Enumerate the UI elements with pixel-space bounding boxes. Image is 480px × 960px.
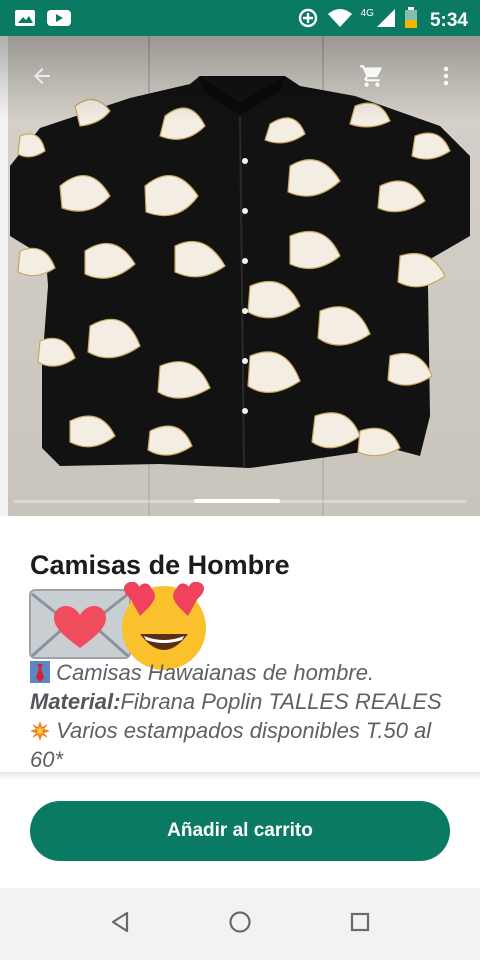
cart-icon — [359, 63, 385, 94]
back-triangle-icon — [109, 911, 131, 938]
status-bar: 4G 5:34 — [0, 0, 480, 36]
collision-emoji — [30, 718, 56, 743]
recents-square-icon — [349, 911, 371, 938]
more-options-button[interactable] — [428, 60, 464, 96]
back-button[interactable] — [24, 60, 60, 96]
more-vert-icon — [434, 64, 458, 93]
heart-eyes-emoji — [122, 582, 206, 670]
product-description: Camisas Hawaianas de hombre. Material:Fi… — [30, 658, 450, 774]
arrow-back-icon — [30, 64, 54, 93]
image-icon — [14, 8, 36, 33]
nav-recents-button[interactable] — [344, 908, 376, 940]
product-image[interactable] — [0, 36, 480, 516]
status-time: 5:34 — [429, 9, 468, 31]
love-letter-emoji — [29, 589, 131, 659]
section-divider — [0, 772, 480, 780]
battery-icon — [404, 7, 418, 34]
cart-button[interactable] — [354, 60, 390, 96]
toolbar-scrim — [0, 36, 480, 120]
indicator-thumb — [194, 499, 280, 503]
product-title: Camisas de Hombre — [30, 550, 290, 580]
wifi-icon — [327, 8, 353, 33]
nav-back-button[interactable] — [104, 908, 136, 940]
material-label: Material: — [30, 689, 121, 714]
necktie-emoji — [30, 660, 56, 685]
data-saver-icon — [297, 7, 319, 34]
signal-icon — [376, 8, 396, 33]
add-to-cart-button[interactable]: Añadir al carrito — [30, 801, 450, 861]
nav-home-button[interactable] — [224, 908, 256, 940]
system-nav-bar — [0, 888, 480, 960]
home-circle-icon — [228, 910, 252, 939]
network-type: 4G — [360, 8, 374, 19]
image-page-indicator — [14, 499, 466, 503]
description-suffix: Varios estampados disponibles T.50 al 60… — [30, 718, 432, 772]
description-line-1: Camisas Hawaianas de hombre. — [56, 660, 375, 685]
youtube-icon — [46, 8, 72, 33]
material-value: Fibrana Poplin TALLES REALES — [120, 689, 442, 714]
